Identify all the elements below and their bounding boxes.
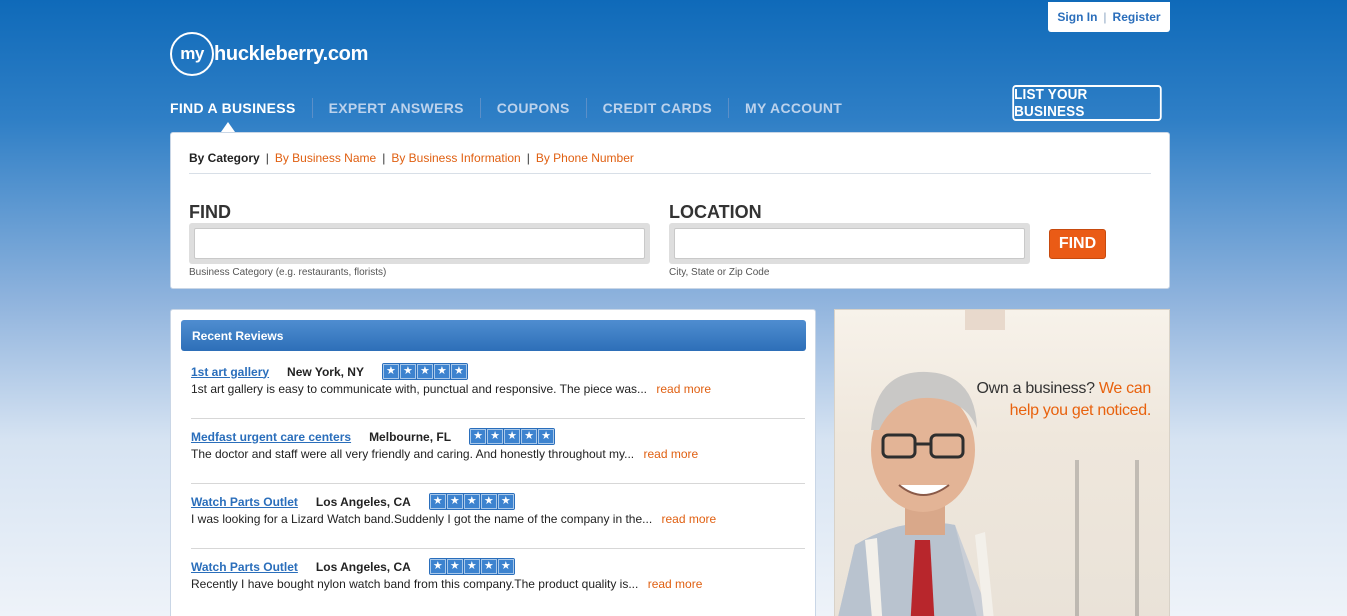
- review-snippet: Recently I have bought nylon watch band …: [191, 577, 639, 591]
- tab-by-business-information[interactable]: By Business Information: [391, 151, 520, 165]
- ad-line1-orange: We can: [1098, 380, 1151, 397]
- site-logo[interactable]: my huckleberry.com: [170, 32, 368, 76]
- review-item: Medfast urgent care centers Melbourne, F…: [191, 419, 805, 484]
- star-icon: ★: [487, 429, 504, 444]
- logo-text: huckleberry.com: [214, 42, 369, 65]
- nav-credit-cards[interactable]: CREDIT CARDS: [603, 100, 712, 116]
- review-snippet: 1st art gallery is easy to communicate w…: [191, 382, 648, 396]
- review-snippet: The doctor and staff were all very frien…: [191, 447, 635, 461]
- star-icon: ★: [416, 364, 433, 379]
- star-icon: ★: [463, 559, 480, 574]
- location-input[interactable]: [674, 228, 1025, 259]
- auth-box: Sign In | Register: [1048, 2, 1170, 32]
- find-hint: Business Category (e.g. restaurants, flo…: [189, 267, 387, 278]
- nav-divider: [728, 98, 730, 118]
- nav-coupons[interactable]: COUPONS: [497, 100, 570, 116]
- main-nav: FIND A BUSINESS EXPERT ANSWERS COUPONS C…: [170, 98, 842, 118]
- star-icon: ★: [446, 494, 463, 509]
- nav-divider: [585, 98, 587, 118]
- tab-by-phone-number[interactable]: By Phone Number: [536, 151, 634, 165]
- rating-stars: ★ ★ ★ ★ ★: [428, 558, 515, 575]
- nav-my-account[interactable]: MY ACCOUNT: [745, 100, 842, 116]
- star-icon: ★: [480, 494, 497, 509]
- register-link[interactable]: Register: [1113, 10, 1161, 24]
- advertisement-banner[interactable]: Own a business? We can help you get noti…: [834, 309, 1170, 616]
- review-location: Los Angeles, CA: [315, 494, 411, 509]
- tab-separator: |: [382, 151, 386, 165]
- star-icon: ★: [382, 364, 399, 379]
- tab-by-category[interactable]: By Category: [189, 151, 260, 165]
- search-tabs: By Category | By Business Name | By Busi…: [189, 151, 634, 165]
- businessman-photo: [838, 371, 994, 616]
- list-your-business-button[interactable]: LIST YOUR BUSINESS: [1012, 85, 1162, 121]
- nav-divider: [479, 98, 481, 118]
- find-input[interactable]: [194, 228, 645, 259]
- review-location: New York, NY: [287, 364, 364, 379]
- tab-separator: |: [526, 151, 530, 165]
- divider: [189, 173, 1151, 174]
- star-icon: ★: [450, 364, 467, 379]
- auth-separator: |: [1103, 10, 1107, 24]
- review-business-link[interactable]: Watch Parts Outlet: [191, 560, 298, 574]
- nav-active-pointer: [221, 122, 235, 132]
- find-field-wrap: [189, 223, 650, 264]
- star-icon: ★: [470, 429, 487, 444]
- star-icon: ★: [463, 494, 480, 509]
- review-item: Watch Parts Outlet Los Angeles, CA ★ ★ ★ ★ ★…: [191, 484, 805, 549]
- tab-by-business-name[interactable]: By Business Name: [275, 151, 376, 165]
- review-business-link[interactable]: Medfast urgent care centers: [191, 430, 351, 444]
- star-icon: ★: [497, 494, 514, 509]
- read-more-link[interactable]: read more: [656, 382, 711, 396]
- review-snippet: I was looking for a Lizard Watch band.Su…: [191, 512, 653, 526]
- review-item: 1st art gallery New York, NY ★ ★ ★ ★ ★ 1st a…: [191, 354, 805, 419]
- search-panel: By Category | By Business Name | By Busi…: [170, 132, 1170, 289]
- read-more-link[interactable]: read more: [662, 512, 717, 526]
- nav-find-a-business[interactable]: FIND A BUSINESS: [170, 100, 296, 116]
- star-icon: ★: [399, 364, 416, 379]
- rating-stars: ★ ★ ★ ★ ★: [469, 428, 556, 445]
- location-label: LOCATION: [669, 202, 762, 222]
- sign-in-link[interactable]: Sign In: [1057, 10, 1097, 24]
- ad-line2: help you get noticed.: [1009, 402, 1152, 419]
- location-hint: City, State or Zip Code: [669, 267, 770, 278]
- star-icon: ★: [504, 429, 521, 444]
- find-button[interactable]: FIND: [1049, 229, 1106, 259]
- review-item: Watch Parts Outlet Los Angeles, CA ★ ★ ★ ★ ★…: [191, 549, 805, 614]
- star-icon: ★: [497, 559, 514, 574]
- location-field-wrap: [669, 223, 1030, 264]
- read-more-link[interactable]: read more: [648, 577, 703, 591]
- ad-line1-dark: Own a business?: [976, 380, 1095, 397]
- star-icon: ★: [433, 364, 450, 379]
- reviews-header: Recent Reviews: [181, 320, 806, 351]
- nav-expert-answers[interactable]: EXPERT ANSWERS: [329, 100, 464, 116]
- star-icon: ★: [429, 494, 446, 509]
- read-more-link[interactable]: read more: [643, 447, 698, 461]
- star-icon: ★: [480, 559, 497, 574]
- star-icon: ★: [521, 429, 538, 444]
- find-label: FIND: [189, 202, 231, 222]
- rating-stars: ★ ★ ★ ★ ★: [428, 493, 515, 510]
- review-location: Los Angeles, CA: [315, 559, 411, 574]
- nav-divider: [311, 98, 313, 118]
- star-icon: ★: [429, 559, 446, 574]
- tab-separator: |: [265, 151, 269, 165]
- logo-circle: my: [170, 32, 214, 76]
- star-icon: ★: [538, 429, 555, 444]
- rating-stars: ★ ★ ★ ★ ★: [381, 363, 468, 380]
- ad-headline: Own a business? We can help you get noti…: [976, 378, 1151, 422]
- star-icon: ★: [446, 559, 463, 574]
- review-location: Melbourne, FL: [369, 429, 452, 444]
- review-business-link[interactable]: Watch Parts Outlet: [191, 495, 298, 509]
- recent-reviews-panel: Recent Reviews 1st art gallery New York,…: [170, 309, 816, 616]
- review-business-link[interactable]: 1st art gallery: [191, 365, 269, 379]
